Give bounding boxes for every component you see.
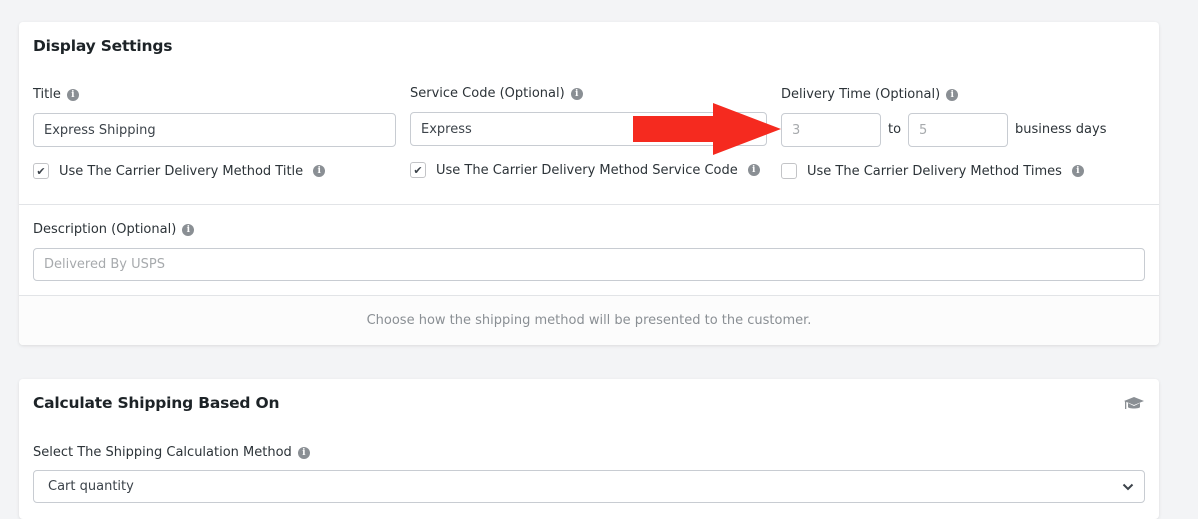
calculation-method-select[interactable]: Cart quantity bbox=[33, 470, 1145, 503]
chevron-down-icon bbox=[1122, 483, 1134, 490]
calculate-shipping-card: Calculate Shipping Based On Select The S… bbox=[19, 379, 1159, 519]
use-carrier-service-code-checkbox[interactable]: ✔ bbox=[410, 162, 426, 178]
use-carrier-times-row: Use The Carrier Delivery Method Times i bbox=[781, 163, 1084, 179]
use-carrier-title-checkbox[interactable]: ✔ bbox=[33, 163, 49, 179]
graduation-cap-icon[interactable] bbox=[1123, 396, 1145, 412]
info-icon[interactable]: i bbox=[182, 223, 195, 236]
info-icon[interactable]: i bbox=[313, 165, 326, 177]
checkmark-icon: ✔ bbox=[413, 163, 423, 177]
info-icon[interactable]: i bbox=[297, 446, 310, 459]
delivery-time-label: Delivery Time (Optional) i bbox=[781, 87, 959, 102]
red-arrow-icon bbox=[633, 103, 781, 155]
delivery-time-separator: to bbox=[888, 122, 902, 137]
divider bbox=[19, 204, 1159, 205]
use-carrier-times-checkbox[interactable] bbox=[781, 163, 797, 179]
display-settings-title: Display Settings bbox=[33, 37, 173, 55]
info-icon[interactable]: i bbox=[1071, 165, 1084, 177]
info-icon[interactable]: i bbox=[66, 88, 79, 101]
service-code-label: Service Code (Optional) i bbox=[410, 86, 583, 101]
checkmark-icon: ✔ bbox=[36, 164, 46, 178]
delivery-time-unit: business days bbox=[1015, 122, 1107, 137]
description-input[interactable]: Delivered By USPS bbox=[33, 248, 1145, 281]
display-settings-card: Display Settings Title i Express Shippin… bbox=[19, 22, 1159, 345]
use-carrier-title-row: ✔ Use The Carrier Delivery Method Title … bbox=[33, 163, 326, 179]
title-input[interactable]: Express Shipping bbox=[33, 113, 396, 147]
calculation-method-label: Select The Shipping Calculation Method i bbox=[33, 445, 310, 460]
title-label: Title i bbox=[33, 87, 79, 102]
info-icon[interactable]: i bbox=[747, 164, 760, 176]
info-icon[interactable]: i bbox=[570, 87, 583, 100]
use-carrier-service-code-row: ✔ Use The Carrier Delivery Method Servic… bbox=[410, 162, 760, 178]
calculate-shipping-title: Calculate Shipping Based On bbox=[33, 394, 280, 412]
info-icon[interactable]: i bbox=[946, 88, 959, 101]
delivery-time-max-input[interactable]: 5 bbox=[908, 113, 1008, 147]
description-label: Description (Optional) i bbox=[33, 222, 195, 237]
display-settings-footer: Choose how the shipping method will be p… bbox=[19, 295, 1159, 345]
delivery-time-min-input[interactable]: 3 bbox=[781, 113, 881, 147]
